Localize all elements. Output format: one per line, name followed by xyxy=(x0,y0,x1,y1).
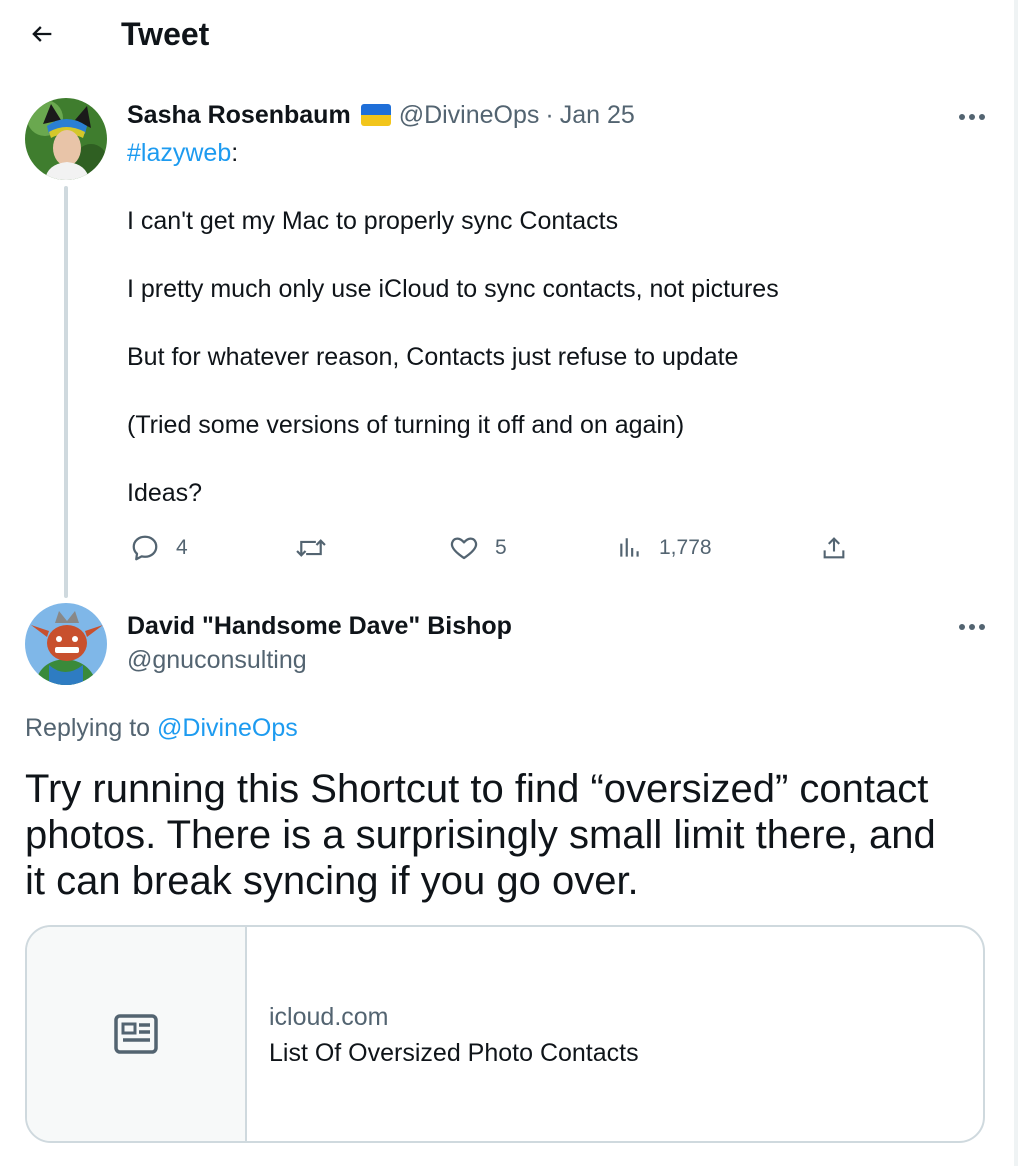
hashtag-suffix: : xyxy=(231,139,239,167)
news-article-icon xyxy=(114,1014,158,1054)
tweet-text-line: (Tried some versions of turning it off a… xyxy=(127,411,685,439)
more-horizontal-icon xyxy=(959,624,985,630)
card-text: icloud.com List Of Oversized Photo Conta… xyxy=(247,927,639,1141)
avatar-sasha[interactable] xyxy=(25,98,107,180)
tweet-text-line: I can't get my Mac to properly sync Cont… xyxy=(127,207,619,235)
reply-more-options-button[interactable] xyxy=(952,612,992,642)
card-thumbnail xyxy=(27,927,247,1141)
reply-text-line: it can break syncing if you go over. xyxy=(25,859,639,903)
page-title: Tweet xyxy=(121,16,210,52)
speech-bubble-icon xyxy=(132,535,158,561)
view-count: 1,778 xyxy=(659,536,712,559)
tweet-hashtag-line: #lazyweb: xyxy=(127,136,238,170)
share-button[interactable] xyxy=(820,530,848,566)
tweet-date[interactable]: Jan 25 xyxy=(560,98,635,132)
author-name[interactable]: Sasha Rosenbaum xyxy=(127,98,351,132)
like-count: 5 xyxy=(495,536,507,559)
thread-connector-line xyxy=(64,186,68,598)
card-title: List Of Oversized Photo Contacts xyxy=(269,1039,639,1067)
retweet-icon xyxy=(296,539,326,557)
replying-to-label: Replying to xyxy=(25,714,151,742)
more-horizontal-icon xyxy=(959,114,985,120)
avatar-david[interactable] xyxy=(25,603,107,685)
reply-text-line: Try running this Shortcut to find “overs… xyxy=(25,767,929,811)
reply-author-name[interactable]: David "Handsome Dave" Bishop xyxy=(127,609,512,643)
tweet-text-line: Ideas? xyxy=(127,479,203,507)
author-handle[interactable]: @DivineOps xyxy=(399,98,540,132)
tweet-header: Sasha Rosenbaum @DivineOps · Jan 25 xyxy=(127,98,635,132)
tweet-text-line: I pretty much only use iCloud to sync co… xyxy=(127,275,779,303)
reply-author-handle[interactable]: @gnuconsulting xyxy=(127,643,307,677)
retweet-button[interactable] xyxy=(294,530,328,566)
link-preview-card[interactable]: icloud.com List Of Oversized Photo Conta… xyxy=(25,925,985,1143)
timeline-border xyxy=(1014,0,1018,1166)
more-options-button[interactable] xyxy=(952,102,992,132)
separator-dot: · xyxy=(545,101,554,129)
replying-to-handle[interactable]: @DivineOps xyxy=(157,714,298,742)
share-upload-icon xyxy=(823,537,845,559)
back-button[interactable] xyxy=(20,12,64,56)
tweet-text-line: But for whatever reason, Contacts just r… xyxy=(127,343,739,371)
arrow-left-icon xyxy=(32,26,52,42)
card-domain: icloud.com xyxy=(269,1003,389,1031)
bar-chart-icon xyxy=(620,538,639,557)
heart-icon xyxy=(450,537,478,560)
reply-text-line: photos. There is a surprisingly small li… xyxy=(25,813,936,857)
ukraine-flag-icon xyxy=(360,104,391,126)
replying-to-line: Replying to @DivineOps xyxy=(25,711,298,745)
views-button[interactable]: 1,778 xyxy=(617,530,712,566)
reply-count: 4 xyxy=(176,536,188,559)
reply-button[interactable]: 4 xyxy=(130,530,188,566)
hashtag-link[interactable]: #lazyweb xyxy=(127,139,231,167)
like-button[interactable]: 5 xyxy=(449,530,507,566)
